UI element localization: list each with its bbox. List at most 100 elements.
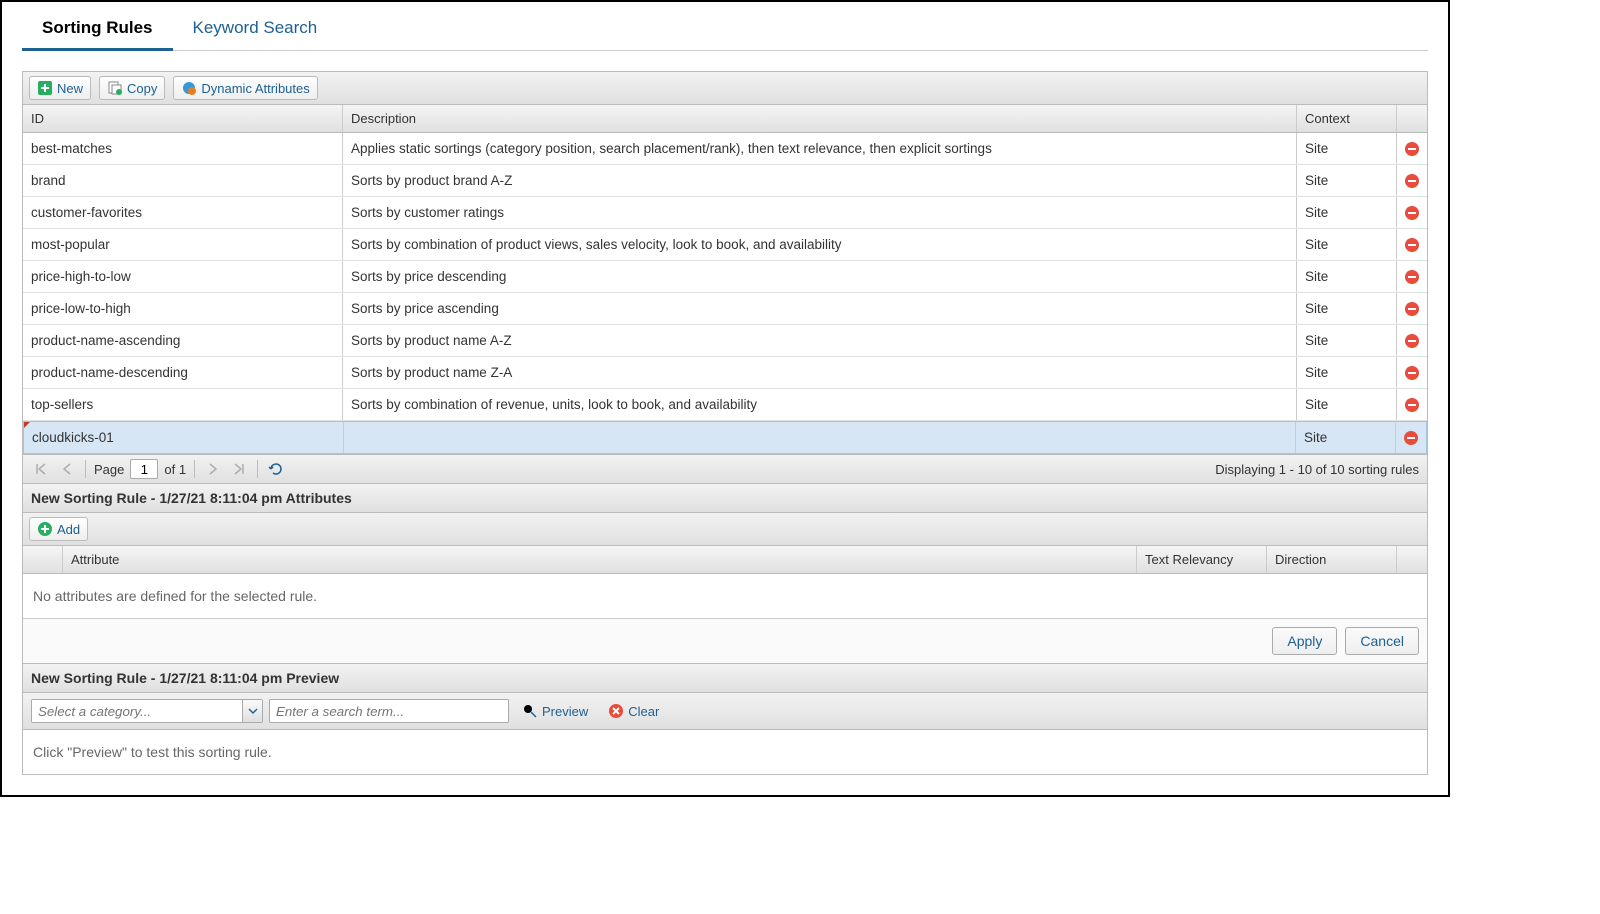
dynamic-attributes-button[interactable]: Dynamic Attributes bbox=[173, 76, 317, 100]
cell-context: Site bbox=[1297, 229, 1397, 260]
add-label: Add bbox=[57, 522, 80, 537]
cell-description: Sorts by combination of revenue, units, … bbox=[343, 389, 1297, 420]
first-page-button[interactable] bbox=[31, 459, 51, 479]
toolbar: New Copy Dynamic Attributes bbox=[23, 72, 1427, 105]
delete-icon bbox=[1404, 365, 1420, 381]
preview-hint: Click "Preview" to test this sorting rul… bbox=[23, 730, 1427, 774]
table-row[interactable]: cloudkicks-01Site bbox=[23, 421, 1427, 454]
page-input[interactable] bbox=[130, 459, 158, 479]
clear-icon bbox=[608, 703, 624, 719]
table-row[interactable]: product-name-descendingSorts by product … bbox=[23, 357, 1427, 389]
delete-icon bbox=[1404, 333, 1420, 349]
table-row[interactable]: top-sellersSorts by combination of reven… bbox=[23, 389, 1427, 421]
chevron-down-icon[interactable] bbox=[242, 700, 262, 722]
plus-icon bbox=[37, 80, 53, 96]
delete-icon bbox=[1404, 397, 1420, 413]
category-input[interactable] bbox=[32, 700, 242, 722]
new-button[interactable]: New bbox=[29, 76, 91, 100]
cell-context: Site bbox=[1296, 422, 1396, 453]
delete-row-button[interactable] bbox=[1397, 133, 1427, 164]
cell-context: Site bbox=[1297, 197, 1397, 228]
sorting-rules-panel: New Copy Dynamic Attributes ID Descripti… bbox=[22, 71, 1428, 775]
cell-context: Site bbox=[1297, 133, 1397, 164]
refresh-button[interactable] bbox=[266, 459, 286, 479]
add-icon bbox=[37, 521, 53, 537]
apply-button[interactable]: Apply bbox=[1272, 627, 1337, 655]
delete-row-button[interactable] bbox=[1397, 229, 1427, 260]
delete-row-button[interactable] bbox=[1397, 261, 1427, 292]
delete-row-button[interactable] bbox=[1396, 422, 1426, 453]
delete-icon bbox=[1404, 237, 1420, 253]
delete-icon bbox=[1403, 430, 1419, 446]
cell-description: Applies static sortings (category positi… bbox=[343, 133, 1297, 164]
attributes-footer: Apply Cancel bbox=[23, 618, 1427, 663]
delete-row-button[interactable] bbox=[1397, 197, 1427, 228]
table-row[interactable]: product-name-ascendingSorts by product n… bbox=[23, 325, 1427, 357]
delete-icon bbox=[1404, 141, 1420, 157]
tab-sorting-rules[interactable]: Sorting Rules bbox=[22, 6, 173, 51]
grid-body: best-matchesApplies static sortings (cat… bbox=[23, 133, 1427, 454]
table-row[interactable]: price-low-to-highSorts by price ascendin… bbox=[23, 293, 1427, 325]
delete-row-button[interactable] bbox=[1397, 325, 1427, 356]
cell-description: Sorts by price ascending bbox=[343, 293, 1297, 324]
copy-label: Copy bbox=[127, 81, 157, 96]
cell-id: customer-favorites bbox=[23, 197, 343, 228]
add-attribute-button[interactable]: Add bbox=[29, 517, 88, 541]
delete-icon bbox=[1404, 205, 1420, 221]
magnifier-icon bbox=[522, 703, 538, 719]
preview-button[interactable]: Preview bbox=[515, 700, 595, 722]
col-header-description[interactable]: Description bbox=[343, 105, 1297, 132]
prev-page-button[interactable] bbox=[57, 459, 77, 479]
new-label: New bbox=[57, 81, 83, 96]
cell-id: price-high-to-low bbox=[23, 261, 343, 292]
delete-row-button[interactable] bbox=[1397, 389, 1427, 420]
dynamic-label: Dynamic Attributes bbox=[201, 81, 309, 96]
table-row[interactable]: customer-favoritesSorts by customer rati… bbox=[23, 197, 1427, 229]
cell-context: Site bbox=[1297, 165, 1397, 196]
attributes-section-title: New Sorting Rule - 1/27/21 8:11:04 pm At… bbox=[23, 483, 1427, 513]
table-row[interactable]: most-popularSorts by combination of prod… bbox=[23, 229, 1427, 261]
pager-bar: Page of 1 Displaying 1 - 10 of 10 sortin… bbox=[23, 454, 1427, 483]
delete-row-button[interactable] bbox=[1397, 165, 1427, 196]
attributes-grid-header: Attribute Text Relevancy Direction bbox=[23, 546, 1427, 574]
delete-icon bbox=[1404, 173, 1420, 189]
cell-id: top-sellers bbox=[23, 389, 343, 420]
delete-row-button[interactable] bbox=[1397, 357, 1427, 388]
tab-bar: Sorting Rules Keyword Search bbox=[22, 6, 1428, 51]
cell-id: product-name-ascending bbox=[23, 325, 343, 356]
cell-description: Sorts by product name Z-A bbox=[343, 357, 1297, 388]
cell-description: Sorts by customer ratings bbox=[343, 197, 1297, 228]
cell-description: Sorts by product name A-Z bbox=[343, 325, 1297, 356]
delete-icon bbox=[1404, 301, 1420, 317]
cancel-button[interactable]: Cancel bbox=[1345, 627, 1419, 655]
search-term-input[interactable] bbox=[269, 699, 509, 723]
attributes-toolbar: Add bbox=[23, 513, 1427, 546]
cell-context: Site bbox=[1297, 325, 1397, 356]
col-header-context[interactable]: Context bbox=[1297, 105, 1397, 132]
preview-label: Preview bbox=[542, 704, 588, 719]
cell-id: best-matches bbox=[23, 133, 343, 164]
copy-button[interactable]: Copy bbox=[99, 76, 165, 100]
table-row[interactable]: brandSorts by product brand A-ZSite bbox=[23, 165, 1427, 197]
tab-keyword-search[interactable]: Keyword Search bbox=[173, 6, 338, 50]
cell-id: price-low-to-high bbox=[23, 293, 343, 324]
delete-row-button[interactable] bbox=[1397, 293, 1427, 324]
cell-context: Site bbox=[1297, 357, 1397, 388]
page-of-label: of 1 bbox=[164, 462, 186, 477]
last-page-button[interactable] bbox=[229, 459, 249, 479]
next-page-button[interactable] bbox=[203, 459, 223, 479]
cell-context: Site bbox=[1297, 389, 1397, 420]
table-row[interactable]: price-high-to-lowSorts by price descendi… bbox=[23, 261, 1427, 293]
globe-icon bbox=[181, 80, 197, 96]
col-header-id[interactable]: ID bbox=[23, 105, 343, 132]
cell-id: product-name-descending bbox=[23, 357, 343, 388]
clear-button[interactable]: Clear bbox=[601, 700, 666, 722]
col-header-text-relevancy[interactable]: Text Relevancy bbox=[1137, 546, 1267, 573]
cell-description: Sorts by product brand A-Z bbox=[343, 165, 1297, 196]
col-header-attribute[interactable]: Attribute bbox=[63, 546, 1137, 573]
category-combo[interactable] bbox=[31, 699, 263, 723]
col-header-delete bbox=[1397, 105, 1427, 132]
copy-icon bbox=[107, 80, 123, 96]
col-header-direction[interactable]: Direction bbox=[1267, 546, 1397, 573]
table-row[interactable]: best-matchesApplies static sortings (cat… bbox=[23, 133, 1427, 165]
